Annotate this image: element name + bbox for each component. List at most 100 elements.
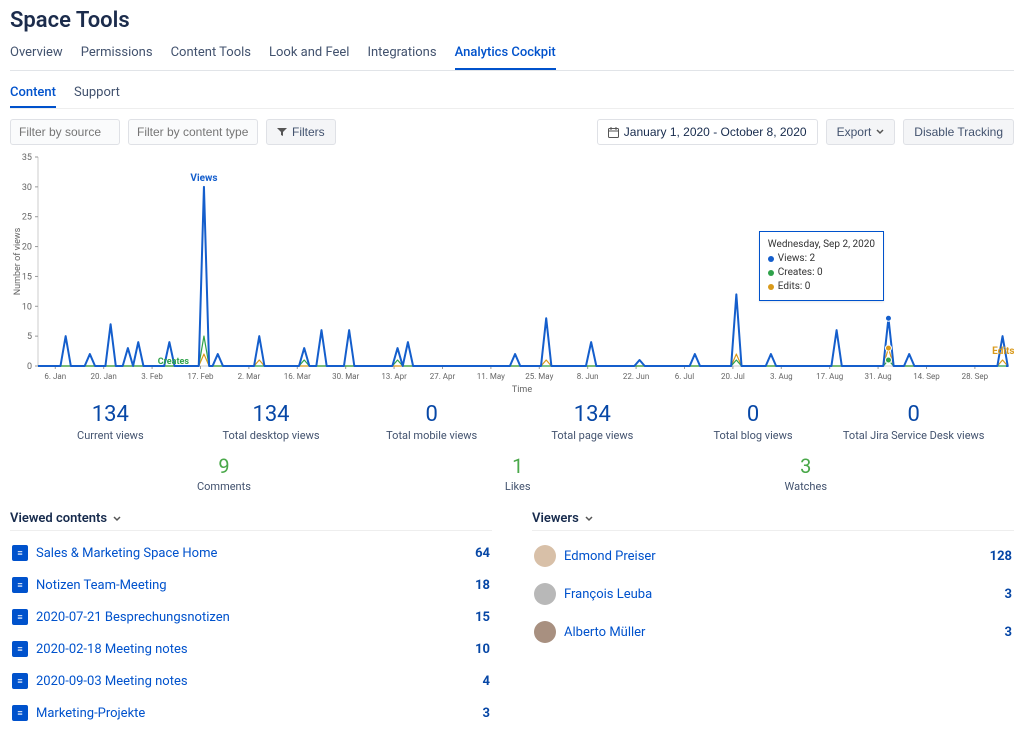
view-count: 3: [483, 706, 490, 721]
svg-text:27. Apr: 27. Apr: [430, 372, 456, 381]
tab-content-tools[interactable]: Content Tools: [171, 39, 251, 70]
svg-text:17. Feb: 17. Feb: [187, 372, 214, 381]
export-button[interactable]: Export: [826, 119, 896, 145]
viewers-panel: Viewers Edmond Preiser128François Leuba3…: [532, 507, 1014, 729]
svg-text:0: 0: [27, 362, 32, 372]
subtab-content[interactable]: Content: [10, 81, 56, 108]
viewed-row[interactable]: ≡ Sales & Marketing Space Home 64: [10, 537, 492, 569]
tab-analytics[interactable]: Analytics Cockpit: [455, 39, 556, 70]
chevron-down-icon: [113, 515, 121, 523]
view-count: 10: [475, 642, 490, 657]
viewed-row[interactable]: ≡ 2020-02-18 Meeting notes 10: [10, 633, 492, 665]
svg-text:25. May: 25. May: [525, 372, 553, 381]
stats-row: 134Current views 134Total desktop views …: [10, 398, 1014, 446]
svg-text:16. Mar: 16. Mar: [284, 372, 311, 381]
page-icon: ≡: [12, 641, 28, 657]
svg-text:15: 15: [22, 272, 32, 282]
content-link[interactable]: Marketing-Projekte: [36, 706, 475, 721]
svg-text:20. Jan: 20. Jan: [91, 372, 117, 381]
calendar-icon: [608, 127, 619, 138]
stat-watches: 3Watches: [785, 454, 828, 493]
tooltip-edits: Edits: 0: [778, 280, 811, 294]
viewer-row[interactable]: Edmond Preiser 128: [532, 537, 1014, 575]
stat-desktop: 134Total desktop views: [191, 402, 352, 442]
svg-text:22. Jun: 22. Jun: [623, 372, 649, 381]
svg-text:20: 20: [22, 243, 32, 253]
stat-current: 134Current views: [30, 402, 191, 442]
viewed-row[interactable]: ≡Notizen Team-Meeting18: [10, 569, 492, 601]
chevron-down-icon: [585, 515, 593, 523]
content-link[interactable]: Sales & Marketing Space Home: [36, 546, 467, 561]
tab-overview[interactable]: Overview: [10, 39, 63, 70]
viewer-link[interactable]: Alberto Müller: [564, 625, 997, 640]
svg-text:Number of views: Number of views: [13, 227, 23, 295]
view-count: 128: [990, 549, 1012, 564]
tab-permissions[interactable]: Permissions: [81, 39, 153, 70]
engage-row: 9Comments 1Likes 3Watches: [10, 450, 1014, 497]
subtab-support[interactable]: Support: [74, 81, 120, 108]
date-range-button[interactable]: January 1, 2020 - October 8, 2020: [597, 119, 818, 145]
svg-text:25: 25: [22, 213, 32, 223]
svg-text:13. Apr: 13. Apr: [381, 372, 407, 381]
svg-text:6. Jan: 6. Jan: [44, 372, 66, 381]
svg-text:20. Jul: 20. Jul: [721, 372, 745, 381]
content-link[interactable]: 2020-09-03 Meeting notes: [36, 674, 475, 689]
view-count: 4: [483, 674, 490, 689]
viewer-link[interactable]: Edmond Preiser: [564, 549, 982, 564]
avatar: [534, 621, 556, 643]
page-icon: ≡: [12, 673, 28, 689]
viewed-row[interactable]: ≡ Marketing-Projekte 3: [10, 697, 492, 729]
svg-text:11. May: 11. May: [477, 372, 505, 381]
disable-tracking-button[interactable]: Disable Tracking: [903, 119, 1014, 145]
tooltip-date: Wednesday, Sep 2, 2020: [768, 238, 875, 252]
svg-text:35: 35: [22, 153, 32, 163]
svg-text:3. Aug: 3. Aug: [770, 372, 793, 381]
tooltip-creates: Creates: 0: [778, 266, 823, 280]
viewed-row[interactable]: ≡ 2020-09-03 Meeting notes 4: [10, 665, 492, 697]
page-icon: ≡: [12, 705, 28, 721]
page-title: Space Tools: [10, 8, 1014, 33]
tab-integrations[interactable]: Integrations: [367, 39, 436, 70]
viewers-header[interactable]: Viewers: [532, 507, 1014, 531]
sub-tabs: Content Support: [10, 81, 1014, 109]
svg-text:Creates: Creates: [158, 357, 190, 367]
content-link[interactable]: Notizen Team-Meeting: [36, 578, 467, 593]
viewed-contents-header[interactable]: Viewed contents: [10, 507, 492, 531]
filter-type-input[interactable]: [128, 119, 258, 145]
stat-jsd: 0Total Jira Service Desk views: [833, 402, 994, 442]
stat-page: 134Total page views: [512, 402, 673, 442]
svg-text:5: 5: [27, 332, 32, 342]
chart-tooltip: Wednesday, Sep 2, 2020 Views: 2 Creates:…: [759, 231, 884, 301]
date-range-label: January 1, 2020 - October 8, 2020: [624, 125, 807, 139]
filters-button[interactable]: Filters: [266, 119, 336, 145]
main-tabs: Overview Permissions Content Tools Look …: [10, 39, 1014, 71]
view-count: 64: [475, 546, 490, 561]
content-link[interactable]: 2020-02-18 Meeting notes: [36, 642, 467, 657]
svg-text:10: 10: [22, 302, 32, 312]
filter-icon: [277, 127, 287, 137]
stat-comments: 9Comments: [197, 454, 251, 493]
page-icon: ≡: [12, 609, 28, 625]
tooltip-views: Views: 2: [778, 252, 815, 266]
tab-look-feel[interactable]: Look and Feel: [269, 39, 349, 70]
view-count: 15: [475, 610, 490, 625]
view-count: 18: [475, 578, 490, 593]
stat-likes: 1Likes: [505, 454, 531, 493]
viewer-link[interactable]: François Leuba: [564, 587, 997, 602]
viewed-row[interactable]: ≡ 2020-07-21 Besprechungsnotizen 15: [10, 601, 492, 633]
viewer-row[interactable]: François Leuba3: [532, 575, 1014, 613]
page-icon: ≡: [12, 545, 28, 561]
svg-text:2. Mar: 2. Mar: [238, 372, 261, 381]
chevron-down-icon: [876, 128, 884, 136]
view-count: 3: [1005, 625, 1012, 640]
svg-text:31. Aug: 31. Aug: [864, 372, 891, 381]
content-link[interactable]: 2020-07-21 Besprechungsnotizen: [36, 610, 467, 625]
chart[interactable]: 051015202530356. Jan20. Jan3. Feb17. Feb…: [10, 151, 1014, 396]
filter-source-input[interactable]: [10, 119, 120, 145]
svg-text:8. Jun: 8. Jun: [577, 372, 599, 381]
svg-text:Edits: Edits: [992, 346, 1014, 357]
avatar: [534, 545, 556, 567]
viewer-row[interactable]: Alberto Müller 3: [532, 613, 1014, 651]
avatar: [534, 583, 556, 605]
viewed-contents-panel: Viewed contents ≡ Sales & Marketing Space…: [10, 507, 492, 729]
